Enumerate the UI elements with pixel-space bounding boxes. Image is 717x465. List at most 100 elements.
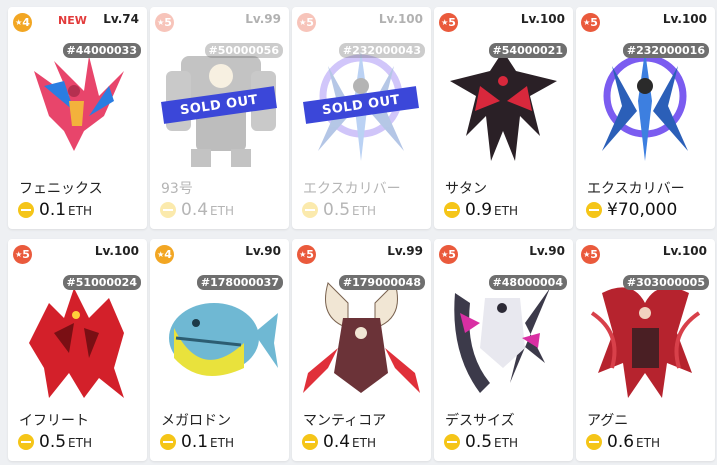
token-id-tag: #51000024	[62, 275, 141, 290]
rarity-value: 5	[164, 16, 172, 29]
price-unit: ETH	[494, 204, 518, 218]
price-value: 0.1	[181, 432, 209, 452]
nft-card[interactable]: ★ 5 Lv.100 #232000016 エクスカリバー ¥70,000	[576, 7, 715, 229]
satan-art	[440, 41, 567, 171]
price-unit: ETH	[210, 204, 234, 218]
level-label: Lv.99	[387, 244, 423, 258]
rarity-badge: ★ 5	[155, 13, 174, 32]
price-row: 0.5 ETH	[302, 200, 376, 220]
token-id-tag: #54000021	[488, 43, 567, 58]
level-label: Lv.100	[94, 244, 139, 258]
price-value: 0.5	[39, 432, 67, 452]
nft-card[interactable]: ★ 5 Lv.99 #50000056 SOLD OUT 93号 0.4 ETH	[150, 7, 289, 229]
star-icon: ★	[157, 18, 165, 27]
agni-art	[582, 273, 709, 403]
price-value: 0.9	[465, 200, 493, 220]
price-value: ¥70,000	[607, 200, 678, 220]
character-name: エクスカリバー	[587, 181, 685, 197]
level-label: Lv.100	[378, 12, 423, 26]
star-icon: ★	[15, 250, 23, 259]
rarity-value: 5	[590, 16, 598, 29]
rarity-value: 5	[590, 248, 598, 261]
star-icon: ★	[441, 250, 449, 259]
rarity-value: 5	[22, 248, 30, 261]
price-row: ¥70,000	[586, 200, 677, 220]
price-row: 0.4 ETH	[302, 432, 376, 452]
nft-card[interactable]: ★ 5 Lv.100 #303000005 アグニ 0.6 ETH	[576, 239, 715, 461]
nft-card[interactable]: ★ 5 Lv.99 #179000048 マンティコア 0.4 ETH	[292, 239, 431, 461]
coin-icon	[302, 202, 318, 218]
price-unit: ETH	[494, 436, 518, 450]
price-unit: ETH	[352, 436, 376, 450]
price-unit: ETH	[68, 204, 92, 218]
coin-icon	[160, 434, 176, 450]
nft-card[interactable]: ★ 4 NEW Lv.74 #44000033 フェニックス 0.1 ETH	[8, 7, 147, 229]
price-row: 0.5 ETH	[444, 432, 518, 452]
token-id-tag: #179000048	[338, 275, 425, 290]
price-row: 0.4 ETH	[160, 200, 234, 220]
star-icon: ★	[583, 250, 591, 259]
character-name: メガロドン	[161, 413, 231, 429]
deathscythe-art	[440, 273, 567, 403]
coin-icon	[586, 434, 602, 450]
coin-icon	[586, 202, 602, 218]
price-unit: ETH	[636, 436, 660, 450]
new-badge: NEW	[58, 14, 87, 27]
rarity-value: 5	[306, 248, 314, 261]
price-row: 0.1 ETH	[18, 200, 92, 220]
price-row: 0.9 ETH	[444, 200, 518, 220]
character-name: エクスカリバー	[303, 181, 401, 197]
rarity-value: 5	[306, 16, 314, 29]
excalibur-art	[582, 41, 709, 171]
star-icon: ★	[299, 18, 307, 27]
character-name: アグニ	[587, 413, 629, 429]
megalodon-art	[156, 273, 283, 403]
rarity-badge: ★ 5	[13, 245, 32, 264]
coin-icon	[160, 202, 176, 218]
token-id-tag: #303000005	[622, 275, 709, 290]
level-label: Lv.99	[245, 12, 281, 26]
level-label: Lv.100	[662, 244, 707, 258]
token-id-tag: #48000004	[488, 275, 567, 290]
star-icon: ★	[157, 250, 165, 259]
level-label: Lv.90	[245, 244, 281, 258]
nft-card[interactable]: ★ 5 Lv.100 #54000021 サタン 0.9 ETH	[434, 7, 573, 229]
character-name: フェニックス	[19, 181, 103, 197]
star-icon: ★	[441, 18, 449, 27]
nft-card-grid: ★ 4 NEW Lv.74 #44000033 フェニックス 0.1 ETH ★ 5 Lv.99 #5…	[0, 0, 717, 465]
token-id-tag: #232000043	[338, 43, 425, 58]
price-value: 0.1	[39, 200, 67, 220]
character-name: デスサイズ	[445, 413, 515, 429]
coin-icon	[18, 434, 34, 450]
price-value: 0.5	[323, 200, 351, 220]
nft-card[interactable]: ★ 5 Lv.100 #51000024 イフリート 0.5 ETH	[8, 239, 147, 461]
price-value: 0.4	[323, 432, 351, 452]
rarity-badge: ★ 4	[155, 245, 174, 264]
star-icon: ★	[583, 18, 591, 27]
rarity-badge: ★ 4	[13, 13, 32, 32]
rarity-badge: ★ 5	[581, 245, 600, 264]
price-value: 0.6	[607, 432, 635, 452]
character-name: イフリート	[19, 413, 89, 429]
nft-card[interactable]: ★ 4 Lv.90 #178000037 メガロドン 0.1 ETH	[150, 239, 289, 461]
star-icon: ★	[299, 250, 307, 259]
token-id-tag: #44000033	[62, 43, 141, 58]
rarity-badge: ★ 5	[439, 13, 458, 32]
coin-icon	[18, 202, 34, 218]
price-row: 0.1 ETH	[160, 432, 234, 452]
rarity-badge: ★ 5	[297, 245, 316, 264]
rarity-value: 5	[448, 16, 456, 29]
coin-icon	[444, 434, 460, 450]
token-id-tag: #50000056	[204, 43, 283, 58]
price-value: 0.4	[181, 200, 209, 220]
manticore-art	[298, 273, 425, 403]
rarity-value: 4	[164, 248, 172, 261]
nft-card[interactable]: ★ 5 Lv.100 #232000043 SOLD OUT エクスカリバー 0.5 ETH	[292, 7, 431, 229]
rarity-value: 4	[22, 16, 30, 29]
character-name: サタン	[445, 181, 487, 197]
price-unit: ETH	[68, 436, 92, 450]
nft-card[interactable]: ★ 5 Lv.90 #48000004 デスサイズ 0.5 ETH	[434, 239, 573, 461]
level-label: Lv.100	[662, 12, 707, 26]
rarity-badge: ★ 5	[297, 13, 316, 32]
character-name: マンティコア	[303, 413, 387, 429]
